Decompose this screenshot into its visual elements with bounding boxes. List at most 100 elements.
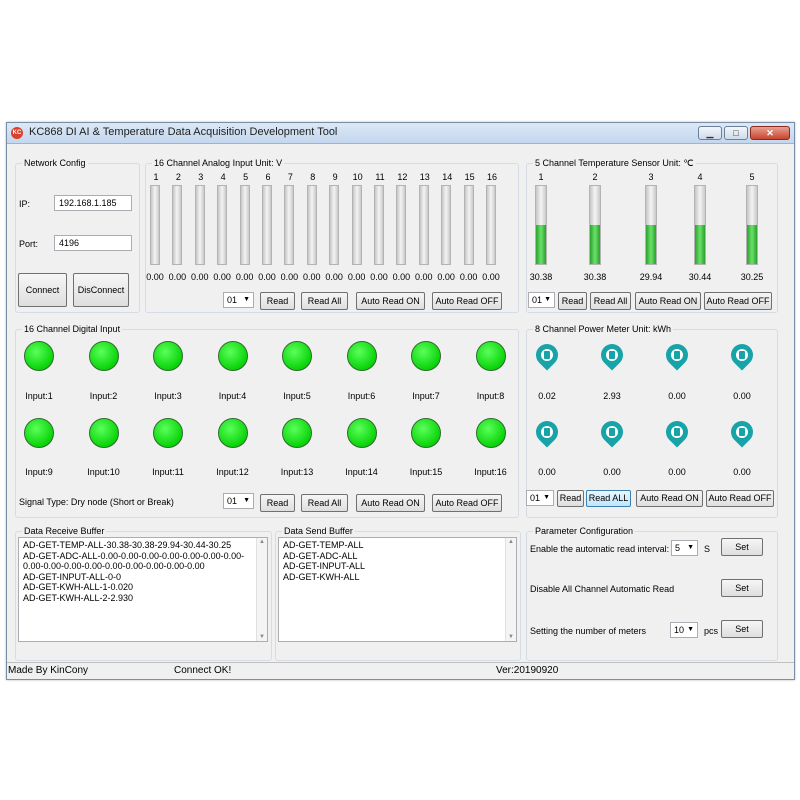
analog-value: 0.00 bbox=[280, 272, 299, 282]
power-auto-read-off-button[interactable]: Auto Read OFF bbox=[706, 490, 774, 507]
analog-level-bar bbox=[486, 185, 496, 265]
analog-level-bar bbox=[262, 185, 272, 265]
analog-level-bar bbox=[172, 185, 183, 265]
analog-value: 0.00 bbox=[392, 272, 411, 282]
temperature-auto-read-on-button[interactable]: Auto Read ON bbox=[635, 292, 701, 310]
input-label: Input:15 bbox=[409, 467, 443, 477]
temperature-level-fill bbox=[590, 225, 600, 264]
meters-select[interactable]: 10 ▼ bbox=[670, 622, 698, 638]
temperature-read-all-button[interactable]: Read All bbox=[590, 292, 631, 310]
temperature-auto-read-off-button[interactable]: Auto Read OFF bbox=[704, 292, 772, 310]
analog-channel-number: 8 bbox=[310, 172, 316, 182]
meters-label: Setting the number of meters bbox=[530, 626, 647, 636]
receive-buffer-textarea[interactable]: AD-GET-TEMP-ALL-30.38-30.38-29.94-30.44-… bbox=[18, 537, 268, 642]
power-auto-read-on-button[interactable]: Auto Read ON bbox=[636, 490, 703, 507]
input-label: Input:16 bbox=[474, 467, 507, 477]
meters-unit: pcs bbox=[704, 626, 719, 636]
temperature-read-button[interactable]: Read bbox=[558, 292, 587, 310]
analog-read-button[interactable]: Read bbox=[260, 292, 295, 310]
disconnect-button[interactable]: DisConnect bbox=[73, 273, 129, 307]
title-bar: KC KC868 DI AI & Temperature Data Acquis… bbox=[7, 123, 794, 144]
receive-line: AD-GET-ADC-ALL-0.00-0.00-0.00-0.00-0.00-… bbox=[23, 550, 245, 561]
temperature-channel-number: 4 bbox=[697, 172, 703, 182]
analog-value: 0.00 bbox=[191, 272, 209, 282]
analog-level-bar bbox=[239, 185, 250, 265]
analog-address-select[interactable]: 01 ▼ bbox=[223, 292, 254, 308]
chevron-down-icon: ▼ bbox=[243, 296, 250, 303]
chevron-down-icon: ▼ bbox=[543, 494, 550, 501]
analog-level-bar bbox=[463, 185, 474, 265]
digital-read-button[interactable]: Read bbox=[260, 494, 295, 512]
status-bar: Made By KinCony Connect OK! Ver:20190920 bbox=[7, 662, 794, 679]
ip-input[interactable]: 192.168.1.185 bbox=[54, 195, 132, 211]
scroll-up-icon[interactable]: ▲ bbox=[506, 539, 516, 545]
analog-value: 0.00 bbox=[235, 272, 254, 282]
chevron-down-icon: ▼ bbox=[687, 626, 694, 633]
signal-type-label: Signal Type: Dry node (Short or Break) bbox=[19, 497, 174, 507]
input-label: Input:4 bbox=[218, 391, 247, 401]
temperature-level-fill bbox=[747, 225, 757, 264]
temperature-level-bar bbox=[694, 185, 706, 265]
analog-value: 0.00 bbox=[303, 272, 321, 282]
disable-set-button[interactable]: Set bbox=[721, 579, 763, 597]
analog-channel-number: 14 bbox=[442, 172, 453, 182]
port-input[interactable]: 4196 bbox=[54, 235, 132, 251]
analog-level-bar bbox=[194, 185, 205, 265]
digital-address-select[interactable]: 01 ▼ bbox=[223, 493, 254, 509]
power-read-all-button[interactable]: Read ALL bbox=[586, 490, 631, 507]
input-led-indicator bbox=[282, 418, 312, 448]
scroll-down-icon[interactable]: ▼ bbox=[257, 634, 267, 640]
send-scrollbar[interactable]: ▲ ▼ bbox=[505, 538, 516, 641]
scroll-up-icon[interactable]: ▲ bbox=[257, 539, 267, 545]
interval-unit: S bbox=[704, 544, 711, 554]
analog-value: 0.00 bbox=[258, 272, 276, 282]
input-label: Input:2 bbox=[89, 391, 118, 401]
receive-line: AD-GET-TEMP-ALL-30.38-30.38-29.94-30.44-… bbox=[23, 540, 232, 550]
interval-set-button[interactable]: Set bbox=[721, 538, 763, 556]
analog-channel-number: 11 bbox=[375, 172, 385, 182]
input-label: Input:9 bbox=[25, 467, 53, 477]
interval-select[interactable]: 5 ▼ bbox=[671, 540, 698, 556]
input-label: Input:11 bbox=[152, 467, 184, 477]
receive-scrollbar[interactable]: ▲ ▼ bbox=[256, 538, 267, 641]
temperature-address-select[interactable]: 01 ▼ bbox=[528, 292, 555, 308]
input-led-indicator bbox=[217, 418, 248, 448]
analog-auto-read-on-button[interactable]: Auto Read ON bbox=[356, 292, 425, 310]
analog-value: 0.00 bbox=[213, 272, 231, 282]
analog-level-bar bbox=[418, 185, 429, 265]
analog-level-bar bbox=[374, 185, 384, 265]
temperature-level-bar bbox=[589, 185, 601, 265]
input-led-indicator bbox=[346, 341, 377, 371]
receive-line: AD-GET-KWH-ALL-2-2.930 bbox=[23, 592, 134, 603]
digital-auto-read-on-button[interactable]: Auto Read ON bbox=[356, 494, 425, 512]
close-button[interactable]: ✕ bbox=[750, 126, 790, 140]
temperature-value: 30.38 bbox=[583, 272, 607, 282]
input-led-indicator bbox=[153, 418, 183, 448]
analog-auto-read-off-button[interactable]: Auto Read OFF bbox=[432, 292, 502, 310]
power-address-select[interactable]: 01 ▼ bbox=[526, 490, 554, 506]
minimize-button[interactable]: ▁ bbox=[698, 126, 722, 140]
power-read-button[interactable]: Read bbox=[557, 490, 584, 507]
analog-channel-number: 15 bbox=[464, 172, 475, 182]
input-label: Input:8 bbox=[476, 391, 505, 401]
input-label: Input:12 bbox=[216, 467, 249, 477]
meters-set-button[interactable]: Set bbox=[721, 620, 763, 638]
connect-button[interactable]: Connect bbox=[18, 273, 67, 307]
temperature-value: 29.94 bbox=[639, 272, 663, 282]
analog-channel-number: 4 bbox=[220, 172, 226, 182]
input-led-indicator bbox=[475, 341, 506, 371]
input-led-indicator bbox=[475, 418, 506, 448]
digital-auto-read-off-button[interactable]: Auto Read OFF bbox=[432, 494, 502, 512]
digital-read-all-button[interactable]: Read All bbox=[301, 494, 348, 512]
input-led-indicator bbox=[411, 418, 441, 448]
ip-label: IP: bbox=[19, 199, 31, 209]
analog-read-all-button[interactable]: Read All bbox=[301, 292, 348, 310]
send-buffer-textarea[interactable]: AD-GET-TEMP-ALL AD-GET-ADC-ALL AD-GET-INPU… bbox=[278, 537, 517, 642]
maximize-button[interactable]: □ bbox=[724, 126, 748, 140]
send-line: AD-GET-INPUT-ALL bbox=[283, 561, 366, 571]
temperature-level-fill bbox=[646, 225, 656, 264]
analog-level-bar bbox=[217, 185, 228, 265]
power-meter-value: 0.00 bbox=[733, 391, 751, 401]
scroll-down-icon[interactable]: ▼ bbox=[506, 634, 516, 640]
chevron-down-icon: ▼ bbox=[687, 544, 694, 551]
